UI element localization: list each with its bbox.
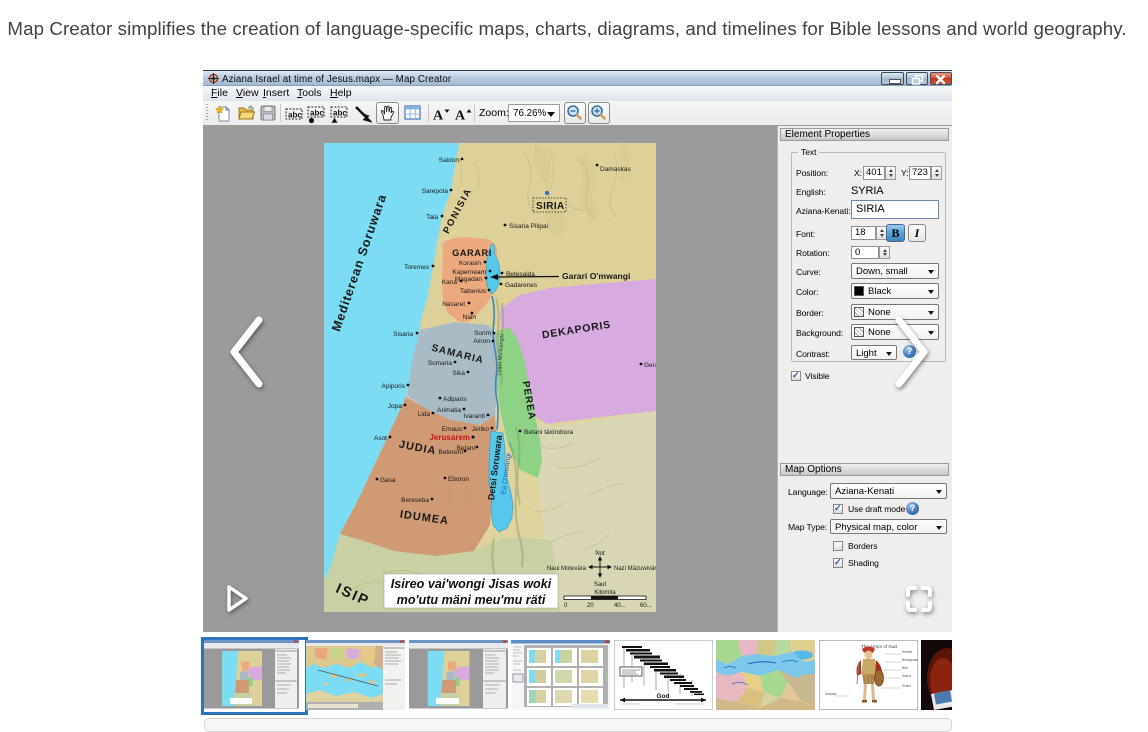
svg-text:Gerasa: Gerasa bbox=[644, 362, 656, 369]
svg-text:Tala: Tala bbox=[426, 214, 438, 221]
svg-text:Bereseba: Bereseba bbox=[401, 497, 429, 504]
svg-text:Sandals: Sandals bbox=[825, 692, 837, 696]
svg-text:Nasaret: Nasaret bbox=[442, 301, 465, 308]
svg-text:Sika: Sika bbox=[452, 370, 465, 377]
svg-text:Gadarenes: Gadarenes bbox=[505, 282, 538, 289]
svg-text:Sisaria Pilipai: Sisaria Pilipai bbox=[509, 223, 548, 230]
svg-text:Nain: Nain bbox=[463, 314, 477, 321]
svg-text:Eboron: Eboron bbox=[448, 476, 469, 483]
svg-text:Jeriko: Jeriko bbox=[472, 426, 490, 433]
svg-text:Isireo vai'wongi Jisas woki: Isireo vai'wongi Jisas woki bbox=[391, 577, 552, 591]
svg-text:Toremes: Toremes bbox=[404, 264, 430, 271]
svg-text:Garari O'mwangi: Garari O'mwangi bbox=[562, 271, 630, 281]
svg-text:Helmet: Helmet bbox=[902, 650, 912, 654]
svg-text:Beterem: Beterem bbox=[438, 449, 463, 456]
svg-text:Sorim: Sorim bbox=[474, 330, 491, 337]
svg-text:Taiberius: Taiberius bbox=[460, 288, 487, 295]
svg-text:60...: 60... bbox=[640, 603, 652, 609]
svg-text:Arimatia: Arimatia bbox=[437, 407, 461, 414]
svg-text:Sisaria: Sisaria bbox=[393, 331, 413, 338]
svg-text:Ivaranti: Ivaranti bbox=[464, 413, 485, 420]
svg-text:Apiporis: Apiporis bbox=[382, 383, 406, 390]
svg-text:Betesaida: Betesaida bbox=[506, 271, 535, 278]
svg-text:The Armor of God: The Armor of God bbox=[861, 644, 897, 649]
svg-text:20: 20 bbox=[587, 603, 594, 609]
svg-text:Kilomita: Kilomita bbox=[594, 590, 616, 596]
svg-text:Gasa: Gasa bbox=[380, 477, 396, 484]
svg-text:mo'utu mäni meu'mu räti: mo'utu mäni meu'mu räti bbox=[397, 593, 546, 607]
svg-text:Asot: Asot bbox=[374, 435, 387, 442]
svg-text:Kana: Kana bbox=[442, 279, 458, 286]
svg-text:SIRIA: SIRIA bbox=[536, 201, 565, 212]
svg-text:Breastplate: Breastplate bbox=[902, 658, 918, 662]
svg-text:Belt: Belt bbox=[902, 666, 908, 670]
svg-text:Not: Not bbox=[595, 551, 605, 557]
svg-text:Korasin: Korasin bbox=[459, 260, 481, 267]
svg-text:abc: abc bbox=[310, 109, 324, 118]
svg-text:Jerusarem: Jerusarem bbox=[430, 433, 470, 442]
svg-text:Sword: Sword bbox=[902, 674, 911, 678]
svg-text:Kaperneam: Kaperneam bbox=[452, 269, 486, 276]
svg-text:Magadan: Magadan bbox=[455, 276, 482, 283]
svg-text:GARARI: GARARI bbox=[452, 248, 492, 258]
svg-text:Damaskas: Damaskas bbox=[600, 166, 631, 173]
svg-text:abc: abc bbox=[333, 109, 347, 118]
svg-text:Ainon: Ainon bbox=[473, 338, 490, 345]
svg-text:A: A bbox=[455, 109, 466, 122]
svg-text:A: A bbox=[433, 109, 444, 122]
svg-text:40...: 40... bbox=[614, 603, 626, 609]
svg-text:Adiparis: Adiparis bbox=[443, 396, 467, 403]
svg-text:Nazi Mäzuwivära: Nazi Mäzuwivära bbox=[614, 566, 656, 572]
svg-text:God: God bbox=[657, 693, 670, 700]
svg-text:Lida: Lida bbox=[418, 411, 431, 418]
svg-text:Sarepota: Sarepota bbox=[422, 188, 449, 195]
svg-text:Saidon: Saidon bbox=[439, 157, 460, 164]
svg-text:Jopa: Jopa bbox=[388, 403, 402, 410]
svg-text:Somaria: Somaria bbox=[428, 360, 453, 367]
svg-text:Saut: Saut bbox=[594, 582, 607, 588]
svg-text:Shield: Shield bbox=[902, 684, 911, 688]
svg-text:Betani täxirobora: Betani täxirobora bbox=[524, 429, 574, 436]
svg-text:Naui Motevära: Naui Motevära bbox=[547, 566, 587, 572]
svg-text:Emaus: Emaus bbox=[442, 426, 463, 433]
svg-text:abc: abc bbox=[288, 111, 302, 120]
